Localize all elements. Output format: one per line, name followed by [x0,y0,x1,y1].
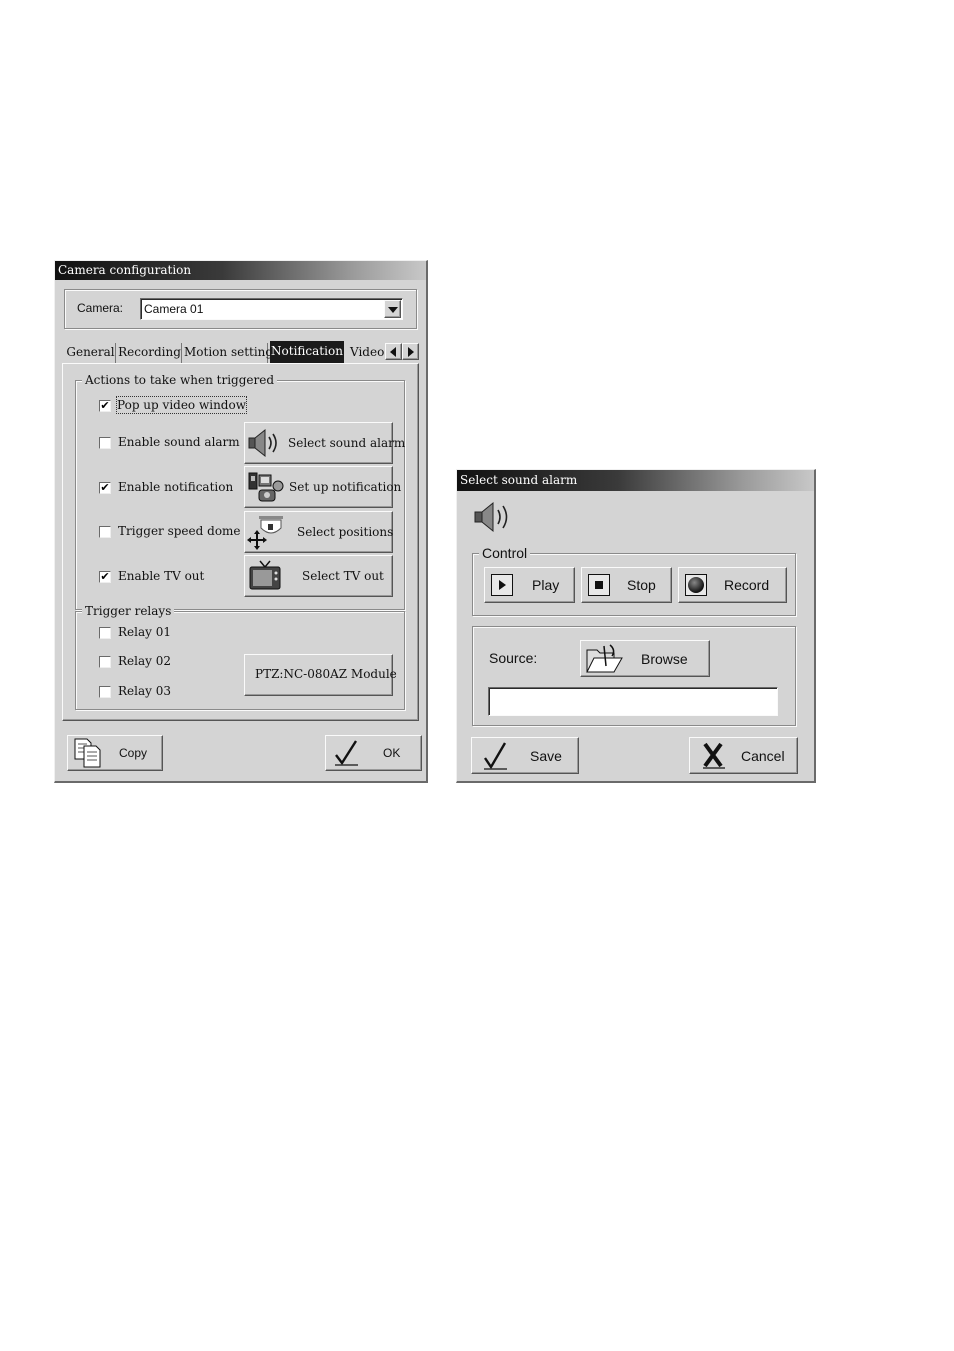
copy-button[interactable]: Copy [67,735,163,771]
relay-01-label: Relay 01 [118,625,171,639]
speaker-icon [248,428,277,458]
relay-02-checkbox[interactable] [99,656,111,668]
browse-label: Browse [641,651,688,667]
relay-02-label: Relay 02 [118,654,171,668]
arrow-left-icon [390,347,396,357]
arrow-right-icon [408,347,414,357]
enable-sound-alarm-label: Enable sound alarm [118,435,240,449]
enable-notification-label: Enable notification [118,480,234,494]
play-button[interactable]: Play [484,567,575,603]
control-legend: Control [479,545,531,561]
trigger-speed-dome-label: Trigger speed dome [118,524,241,538]
select-sound-alarm-titlebar: Select sound alarm [457,470,814,491]
check-icon [335,740,358,766]
actions-legend: Actions to take when triggered [82,372,278,388]
tab-motion-setting[interactable]: Motion setting [184,343,273,363]
trigger-speed-dome-checkbox[interactable] [99,526,111,538]
enable-tv-out-checkbox[interactable]: ✔ [99,571,111,583]
record-label: Record [724,577,770,593]
camera-label: Camera: [77,301,124,315]
enable-notification-checkbox[interactable]: ✔ [99,482,111,494]
record-icon [685,574,707,596]
select-positions-label: Select positions [297,525,394,539]
enable-tv-out-label: Enable TV out [118,569,205,583]
relay-03-checkbox[interactable] [99,686,111,698]
camera-dropdown[interactable]: Camera 01 [140,298,403,320]
save-label: Save [530,748,562,764]
speaker-icon [474,501,508,533]
tab-notification[interactable]: Notification [270,341,344,363]
tab-scroll-left-button[interactable] [385,343,402,360]
select-tv-out-button[interactable]: Select TV out [244,555,393,597]
select-sound-alarm-button[interactable]: Select sound alarm [244,422,405,464]
set-up-notification-label: Set up notification [289,480,402,494]
ptz-module-button[interactable]: PTZ:NC-080AZ Module [244,654,397,696]
camera-dropdown-value: Camera 01 [144,302,204,316]
select-sound-alarm-label: Select sound alarm [288,436,406,450]
tab-video[interactable]: Video [346,343,384,363]
relay-01-checkbox[interactable] [99,627,111,639]
enable-sound-alarm-checkbox[interactable] [99,437,111,449]
cancel-button[interactable]: Cancel [689,737,798,774]
cancel-label: Cancel [741,748,785,764]
relay-03-label: Relay 03 [118,684,171,698]
check-icon [484,742,507,770]
tab-scroll-right-button[interactable] [402,343,419,360]
ok-label: OK [383,746,401,760]
camera-dropdown-arrow-button[interactable] [384,300,401,318]
pop-up-video-window-checkbox[interactable]: ✔ [99,400,111,412]
stop-icon [588,574,610,596]
set-up-notification-button[interactable]: Set up notification [244,466,401,508]
camera-configuration-titlebar: Camera configuration [55,261,426,280]
stop-label: Stop [627,577,656,593]
select-positions-button[interactable]: Select positions [244,511,393,553]
tv-icon [249,560,281,590]
stop-button[interactable]: Stop [581,567,672,603]
play-icon [491,574,513,596]
tab-general[interactable]: General [66,343,116,363]
ok-button[interactable]: OK [325,735,422,771]
tab-recording[interactable]: Recording [118,343,182,363]
play-label: Play [532,577,560,593]
browse-button[interactable]: Browse [580,640,710,677]
source-path-input[interactable] [488,687,778,716]
select-tv-out-label: Select TV out [302,569,384,583]
copy-icon [74,738,101,768]
notification-icon [248,472,284,502]
save-button[interactable]: Save [471,737,579,774]
pop-up-video-window-label[interactable]: Pop up video window [116,396,247,414]
trigger-relays-legend: Trigger relays [82,603,175,619]
speed-dome-icon [247,516,283,550]
folder-icon [586,644,623,673]
copy-label: Copy [119,746,148,760]
cancel-x-icon [703,742,725,769]
source-label: Source: [489,650,538,666]
ptz-module-label: PTZ:NC-080AZ Module [255,667,397,681]
chevron-down-icon [388,307,398,313]
record-button[interactable]: Record [678,567,787,603]
